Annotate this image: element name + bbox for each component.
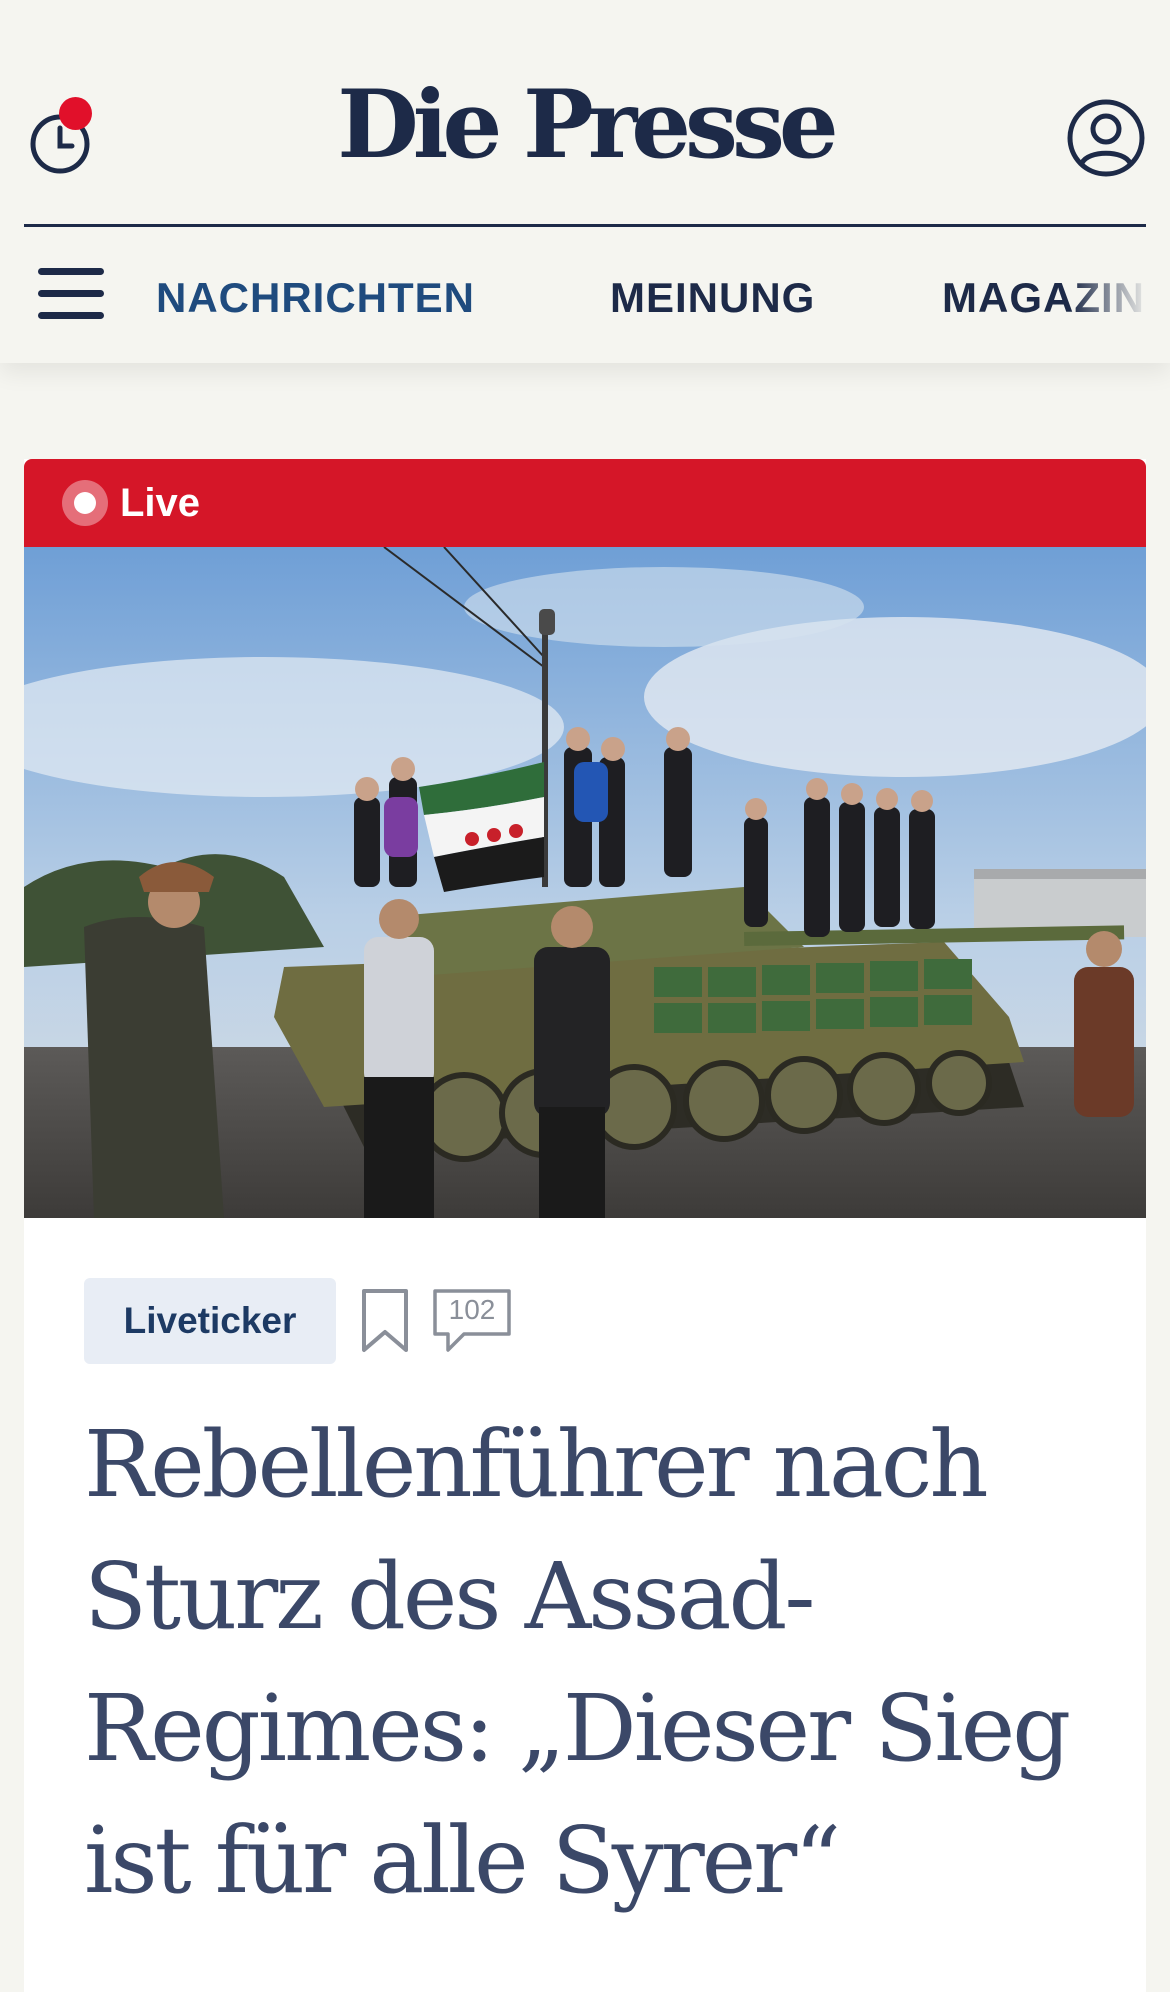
live-banner: Live (24, 459, 1146, 547)
hamburger-menu-icon[interactable] (38, 266, 106, 322)
liveticker-tag[interactable]: Liveticker (84, 1278, 336, 1364)
header-divider (24, 224, 1146, 227)
comment-count: 102 (448, 1294, 496, 1325)
user-account-icon (1067, 99, 1145, 177)
nav-overflow-fade (1070, 250, 1170, 350)
nav-item-nachrichten[interactable]: NACHRICHTEN (156, 273, 475, 323)
article-image[interactable] (24, 547, 1146, 1218)
bookmark-button[interactable] (360, 1288, 410, 1354)
article-teaser[interactable]: Live Liveticker 102 Rebellenführer nach … (24, 459, 1146, 1992)
comments-button[interactable]: 102 (432, 1288, 512, 1354)
live-indicator-icon (62, 480, 108, 526)
site-logo[interactable]: Die Presse (260, 78, 910, 172)
bookmark-icon (362, 1289, 408, 1352)
article-headline[interactable]: Rebellenführer nach Sturz des Assad-Regi… (84, 1399, 1124, 1927)
user-account-button[interactable] (1066, 98, 1146, 178)
live-label: Live (120, 481, 201, 525)
notification-dot (59, 97, 92, 130)
nav-item-meinung[interactable]: MEINUNG (610, 273, 815, 323)
site-header: Die Presse NACHRICHTEN MEINUNG MAGAZIN (0, 0, 1170, 363)
